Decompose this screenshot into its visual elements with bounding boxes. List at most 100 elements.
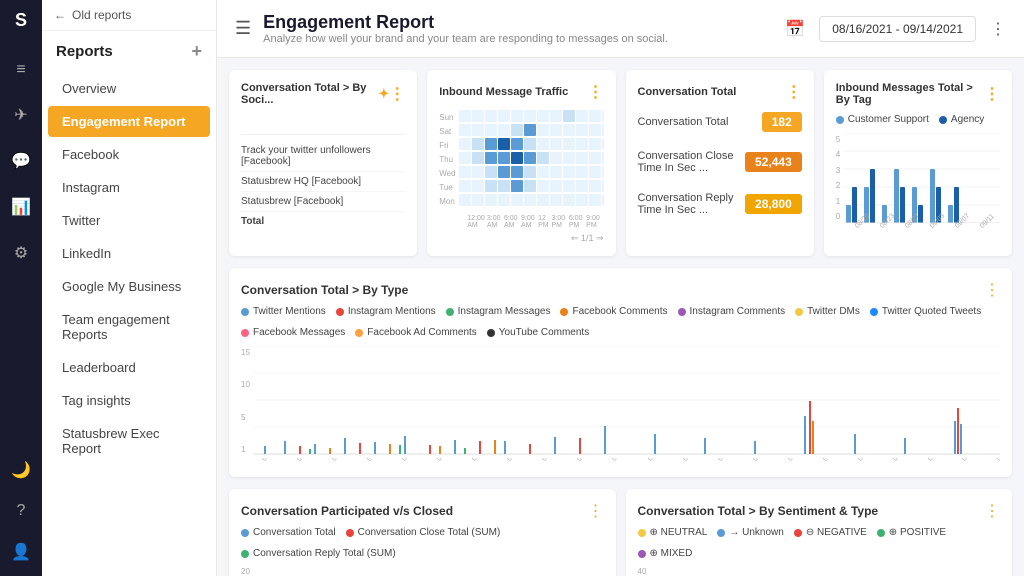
calendar-icon[interactable]: 📅: [785, 19, 805, 39]
nav-icon-chat[interactable]: 💬: [7, 147, 35, 175]
heatmap-wrapper: Sun Sat Fri Thu Wed Tue Mon // Will be d…: [439, 110, 603, 213]
table-row: Statusbrew [Facebook]: [241, 192, 405, 212]
card3-title-text: Conversation Total: [638, 86, 737, 98]
legend-label-cs: Customer Support: [848, 114, 929, 125]
sidebar-item-teamengagement[interactable]: Team engagement Reports: [48, 304, 210, 350]
sidebar-item-leaderboard[interactable]: Leaderboard: [48, 352, 210, 383]
card1-table: Track your twitter unfollowers [Facebook…: [241, 134, 405, 231]
nav-icon-reports[interactable]: 📊: [7, 193, 35, 221]
legend-dot-cs: [836, 116, 844, 124]
legend-instagram-comments: Instagram Comments: [690, 306, 786, 317]
sidebar-item-linkedin[interactable]: LinkedIn: [48, 238, 210, 269]
card-inbound-traffic: Inbound Message Traffic ⋮ Sun Sat Fri Th…: [427, 70, 615, 256]
card2-title-bar: Inbound Message Traffic ⋮: [439, 82, 603, 102]
add-report-button[interactable]: +: [191, 41, 202, 62]
metric-value-1: 52,443: [745, 152, 802, 172]
sentiment-y-labels: 10203040: [638, 567, 647, 576]
chart-participated-closed: Conversation Participated v/s Closed ⋮ C…: [229, 489, 616, 576]
legend-agency: Agency: [939, 114, 984, 125]
sentiment-header: Conversation Total > By Sentiment & Type…: [638, 501, 1001, 521]
card3-title-bar: Conversation Total ⋮: [638, 82, 802, 102]
hamburger-icon[interactable]: ☰: [235, 18, 251, 39]
legend-twitter-quoted: Twitter Quoted Tweets: [882, 306, 981, 317]
table-row-total: Total: [241, 212, 405, 231]
card1-menu-icon[interactable]: ⋮: [389, 84, 405, 104]
heatmap-grid: // Will be done via inline SVG rects: [459, 110, 604, 213]
card-conv-by-social: Conversation Total > By Soci... ✦ ⋮ Trac…: [229, 70, 417, 256]
legend-twitter-mentions: Twitter Mentions: [253, 306, 326, 317]
page-subtitle: Analyze how well your brand and your tea…: [263, 33, 668, 45]
card1-cursor-area: [241, 114, 405, 134]
legend-instagram-messages: Instagram Messages: [458, 306, 551, 317]
nav-icon-darkmode[interactable]: 🌙: [7, 456, 35, 484]
card4-x-labels: 08/20 08/23 08/27 09/03 09/07 09/11: [850, 225, 1000, 232]
table-row: Statusbrew HQ [Facebook]: [241, 172, 405, 192]
metrics-list: Conversation Total 182 Conversation Clos…: [638, 112, 802, 224]
icon-bar: S ≡ ✈ 💬 📊 ⚙ 🌙 ? 👤: [0, 0, 42, 576]
card4-menu-icon[interactable]: ⋮: [984, 84, 1000, 104]
sidebar-item-googlemybusiness[interactable]: Google My Business: [48, 271, 210, 302]
metric-row-2: Conversation Reply Time In Sec ... 28,80…: [638, 192, 802, 216]
nav-icon-home[interactable]: ≡: [12, 57, 29, 83]
card2-menu-icon[interactable]: ⋮: [588, 82, 604, 102]
legend-label-agency: Agency: [951, 114, 984, 125]
card4-title-text: Inbound Messages Total > By Tag: [836, 82, 984, 106]
card1-title-text: Conversation Total > By Soci...: [241, 82, 372, 106]
chart-by-type-title: Conversation Total > By Type: [241, 283, 408, 297]
chart-sentiment-type: Conversation Total > By Sentiment & Type…: [626, 489, 1013, 576]
card4-legend: Customer Support Agency: [836, 114, 1000, 125]
sidebar-item-taginsights[interactable]: Tag insights: [48, 385, 210, 416]
card3-menu-icon[interactable]: ⋮: [786, 82, 802, 102]
participated-header: Conversation Participated v/s Closed ⋮: [241, 501, 604, 521]
legend-conv-total: Conversation Total: [253, 527, 336, 538]
sidebar-item-overview[interactable]: Overview: [48, 73, 210, 104]
sidebar-item-engagement[interactable]: Engagement Report: [48, 106, 210, 137]
card4-chart-area: 012345: [836, 133, 1000, 223]
card4-y-labels: 012345: [836, 133, 840, 223]
sidebar-item-instagram[interactable]: Instagram: [48, 172, 210, 203]
chart-by-type-menu-icon[interactable]: ⋮: [984, 280, 1000, 300]
participated-menu-icon[interactable]: ⋮: [588, 501, 604, 521]
card1-title-bar: Conversation Total > By Soci... ✦ ⋮: [241, 82, 405, 106]
sentiment-title: Conversation Total > By Sentiment & Type: [638, 504, 879, 518]
metric-label-0: Conversation Total: [638, 116, 729, 128]
metric-label-1: Conversation Close Time In Sec ...: [638, 150, 746, 174]
back-label: Old reports: [72, 8, 131, 22]
legend-customer-support: Customer Support: [836, 114, 929, 125]
card1-settings-icon[interactable]: ✦: [378, 86, 389, 102]
legend-twitter-dms: Twitter DMs: [807, 306, 860, 317]
nav-icon-profile[interactable]: 👤: [7, 538, 35, 566]
sentiment-menu-icon[interactable]: ⋮: [984, 501, 1000, 521]
sidebar-item-execreport[interactable]: Statusbrew Exec Report: [48, 418, 210, 464]
main-content: ☰ Engagement Report Analyze how well you…: [217, 0, 1024, 576]
legend-instagram-mentions: Instagram Mentions: [348, 306, 436, 317]
back-arrow-icon: ←: [54, 8, 66, 22]
legend-reply-total: Conversation Reply Total (SUM): [253, 548, 396, 559]
top-cards-row: Conversation Total > By Soci... ✦ ⋮ Trac…: [229, 70, 1012, 256]
chart-by-type-legend: Twitter Mentions Instagram Mentions Inst…: [241, 306, 1000, 338]
card-conv-metrics: Conversation Total ⋮ Conversation Total …: [626, 70, 814, 256]
header-more-icon[interactable]: ⋮: [990, 19, 1006, 39]
sidebar-header: Reports +: [42, 31, 216, 72]
content-area: Conversation Total > By Soci... ✦ ⋮ Trac…: [217, 58, 1024, 576]
sidebar-item-facebook[interactable]: Facebook: [48, 139, 210, 170]
legend-facebook-ad-comments: Facebook Ad Comments: [367, 327, 477, 338]
chart-y-labels: 151015: [241, 346, 250, 456]
nav-icon-help[interactable]: ?: [13, 498, 30, 524]
sentiment-legend: ⊕ NEUTRAL → Unknown ⊖ NEGATIVE ⊕ POSITIV…: [638, 527, 1001, 559]
legend-neutral: ⊕ NEUTRAL: [650, 527, 708, 538]
heatmap-pagination: ⇐ 1/1 ⇒: [439, 233, 603, 244]
card4-title-bar: Inbound Messages Total > By Tag ⋮: [836, 82, 1000, 106]
legend-negative: ⊖ NEGATIVE: [806, 527, 867, 538]
participated-title: Conversation Participated v/s Closed: [241, 504, 453, 518]
sidebar-item-twitter[interactable]: Twitter: [48, 205, 210, 236]
back-button[interactable]: ← Old reports: [42, 0, 216, 31]
nav-icon-send[interactable]: ✈: [10, 101, 31, 129]
date-range-picker[interactable]: 08/16/2021 - 09/14/2021: [819, 16, 976, 42]
legend-close-total: Conversation Close Total (SUM): [358, 527, 501, 538]
table-row: Track your twitter unfollowers [Facebook…: [241, 141, 405, 172]
chart-by-type: Conversation Total > By Type ⋮ Twitter M…: [229, 268, 1012, 477]
sentiment-chart-area: 10203040: [638, 567, 1001, 576]
app-logo: S: [15, 10, 27, 31]
nav-icon-settings[interactable]: ⚙: [10, 239, 32, 267]
